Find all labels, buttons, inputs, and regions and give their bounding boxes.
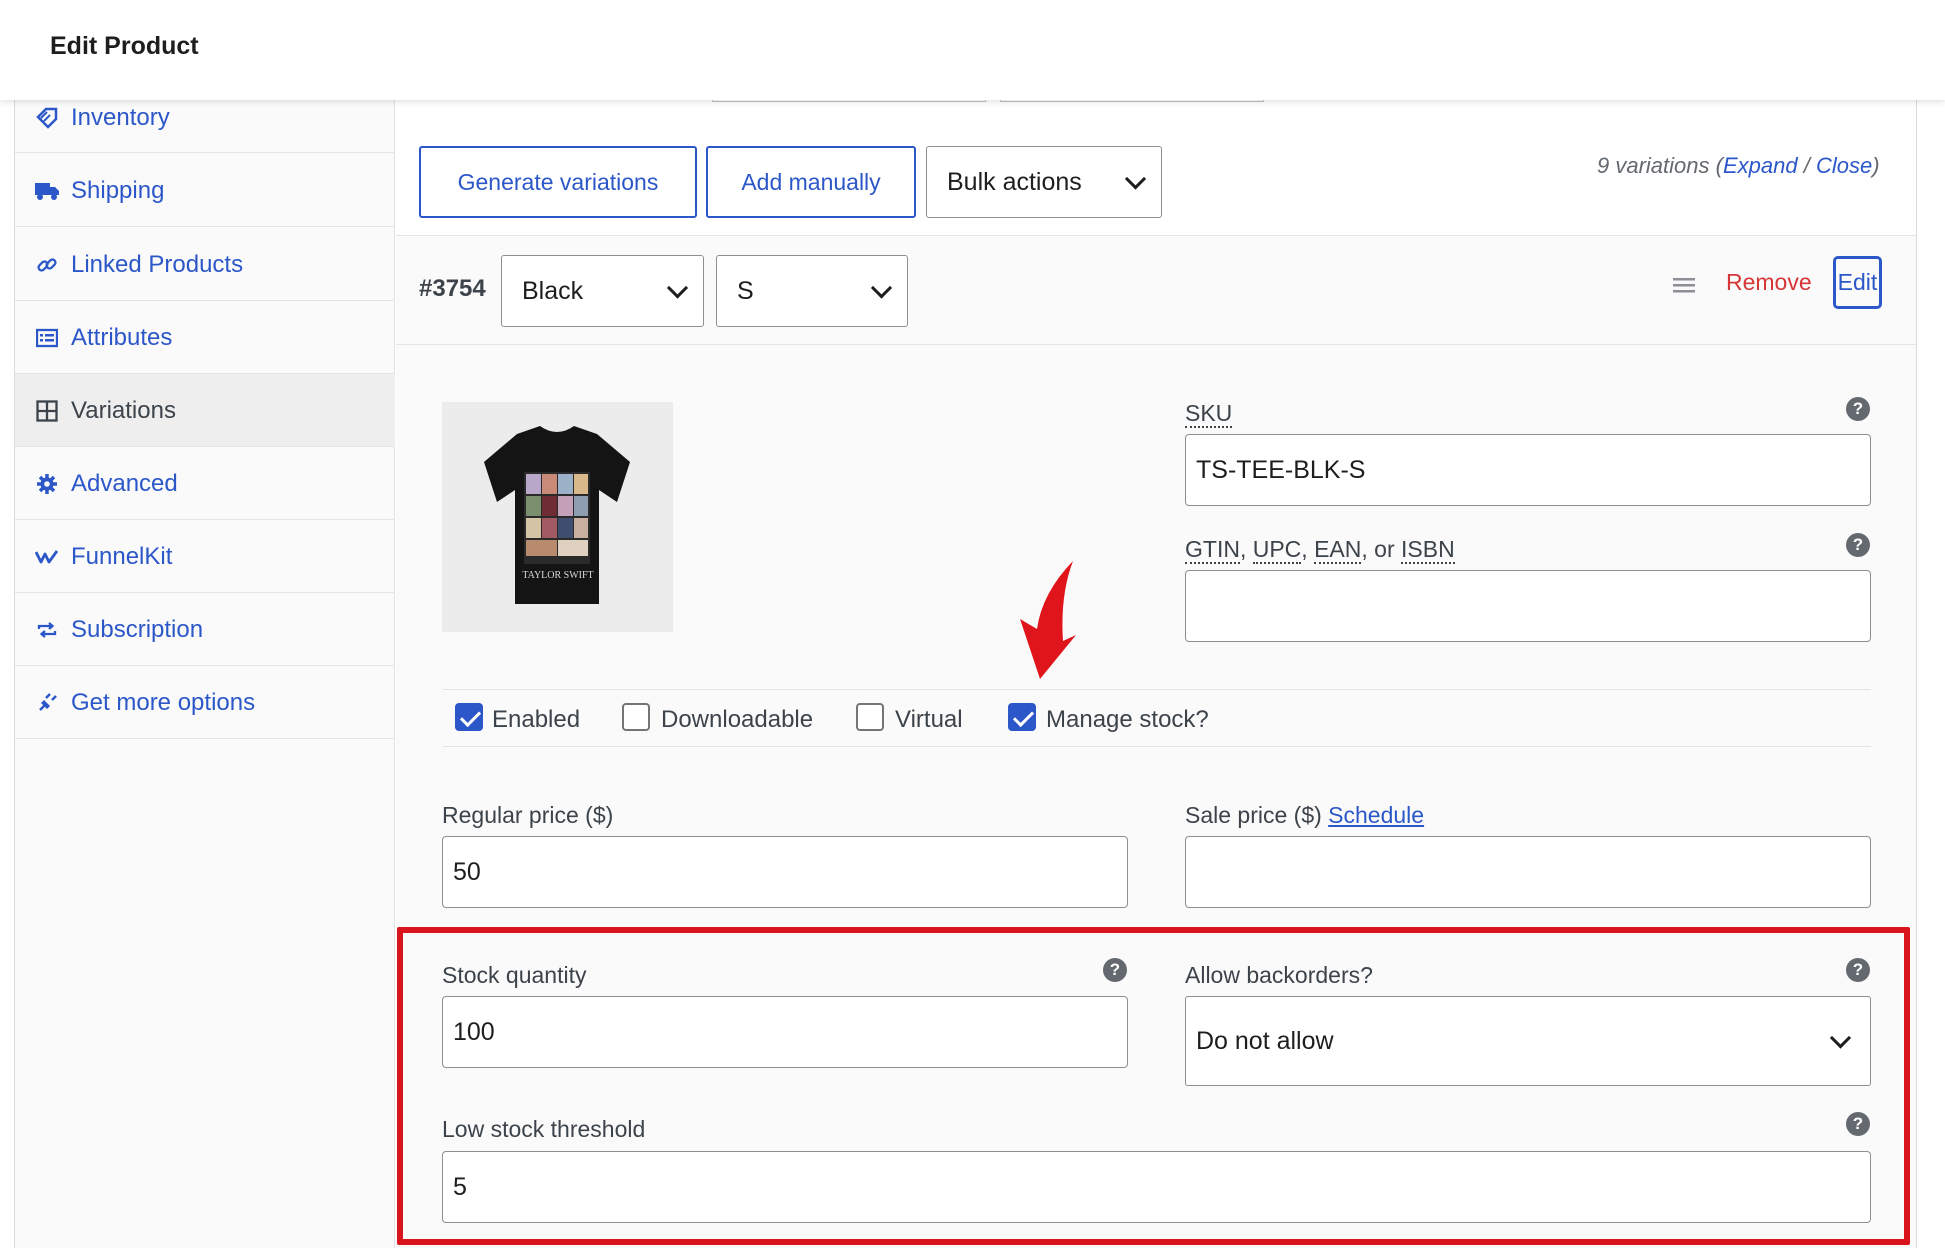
help-icon[interactable]: ? (1846, 533, 1870, 557)
funnelkit-icon (33, 520, 61, 593)
divider (443, 746, 1871, 747)
sidebar-item-label: Shipping (71, 176, 165, 204)
sidebar-item-linked-products[interactable]: Linked Products (15, 228, 395, 301)
close-link[interactable]: Close (1816, 153, 1872, 178)
gear-icon (33, 447, 61, 520)
downloadable-label: Downloadable (661, 706, 814, 733)
sidebar-item-label: Variations (71, 396, 176, 424)
gtin-abbr: GTIN (1185, 536, 1240, 564)
sku-label-text: SKU (1185, 400, 1233, 428)
page-title: Edit Product (50, 32, 199, 60)
paren: ( (1715, 153, 1723, 178)
bulk-actions-select[interactable]: Bulk actions (926, 146, 1162, 218)
size-attribute-value: S (737, 276, 754, 305)
manage-stock-label: Manage stock? (1046, 706, 1209, 733)
help-icon[interactable]: ? (1846, 397, 1870, 421)
add-manually-button[interactable]: Add manually (706, 146, 916, 218)
shirt-print-text: TAYLOR SWIFT (522, 570, 594, 581)
enabled-checkbox[interactable] (455, 703, 483, 731)
sale-price-label: Sale price ($) Schedule (1185, 802, 1424, 829)
variations-count: 9 variations (Expand / Close) (1597, 153, 1880, 179)
gtin-sep: , or (1361, 536, 1401, 562)
sidebar-item-label: Attributes (71, 323, 173, 351)
variations-count-text: 9 variations (1597, 153, 1710, 178)
color-attribute-select[interactable]: Black (501, 255, 704, 327)
regular-price-input[interactable]: 50 (442, 836, 1128, 908)
sale-price-label-text: Sale price ($) (1185, 802, 1322, 828)
grid-icon (33, 374, 61, 447)
ean-abbr: EAN (1314, 536, 1362, 564)
gtin-sep: , (1239, 536, 1253, 562)
sale-price-input[interactable] (1185, 836, 1871, 908)
remove-variation-link[interactable]: Remove (1726, 269, 1812, 296)
sidebar-item-advanced[interactable]: Advanced (15, 447, 395, 520)
gtin-sep: , (1301, 536, 1315, 562)
sidebar-item-get-more-options[interactable]: Get more options (15, 666, 395, 739)
chevron-down-icon (870, 277, 893, 299)
enabled-label: Enabled (492, 706, 581, 733)
sidebar-item-shipping[interactable]: Shipping (15, 154, 395, 227)
drag-handle-icon[interactable] (1673, 276, 1695, 294)
manage-stock-checkbox[interactable] (1008, 703, 1036, 731)
expand-link[interactable]: Expand (1723, 153, 1798, 178)
tshirt-image (484, 426, 630, 604)
divider (443, 689, 1871, 690)
paren: ) (1872, 153, 1880, 178)
size-attribute-select[interactable]: S (716, 255, 908, 327)
sidebar-item-label: Advanced (71, 469, 178, 497)
generate-variations-button[interactable]: Generate variations (419, 146, 697, 218)
gtin-label: GTIN, UPC, EAN, or ISBN (1185, 536, 1455, 564)
annotation-arrow-icon (1020, 561, 1076, 679)
sidebar-item-subscription[interactable]: Subscription (15, 593, 395, 666)
schedule-link[interactable]: Schedule (1328, 802, 1424, 828)
color-attribute-value: Black (522, 276, 584, 305)
sidebar-item-label: Subscription (71, 615, 204, 643)
truck-icon (33, 154, 61, 227)
variation-image[interactable]: TAYLOR SWIFT (442, 402, 673, 632)
downloadable-checkbox[interactable] (622, 703, 650, 731)
sidebar-item-label: FunnelKit (71, 542, 173, 570)
edit-variation-button[interactable]: Edit (1833, 256, 1882, 309)
sku-label: SKU (1185, 400, 1233, 428)
sidebar-item-variations[interactable]: Variations (15, 374, 395, 447)
virtual-label: Virtual (895, 706, 963, 733)
repeat-icon (33, 593, 61, 666)
link-icon (33, 228, 61, 301)
plugin-icon (33, 666, 61, 739)
chevron-down-icon (666, 277, 689, 299)
separator: / (1803, 153, 1810, 178)
sidebar-item-label: Linked Products (71, 250, 244, 278)
list-icon (33, 301, 61, 374)
sidebar-item-funnelkit[interactable]: FunnelKit (15, 520, 395, 593)
virtual-checkbox[interactable] (856, 703, 884, 731)
page-header: Edit Product (0, 0, 1945, 100)
upc-abbr: UPC (1252, 536, 1302, 564)
gtin-input[interactable] (1185, 570, 1871, 642)
variation-id: #3754 (419, 275, 486, 302)
highlight-box (397, 927, 1910, 1245)
regular-price-label: Regular price ($) (442, 802, 614, 828)
chevron-down-icon (1124, 168, 1147, 190)
sidebar-item-attributes[interactable]: Attributes (15, 301, 395, 374)
sku-input[interactable]: TS-TEE-BLK-S (1185, 434, 1871, 506)
sidebar-item-label: Get more options (71, 688, 256, 716)
isbn-abbr: ISBN (1401, 536, 1455, 564)
bulk-actions-label: Bulk actions (947, 167, 1082, 196)
